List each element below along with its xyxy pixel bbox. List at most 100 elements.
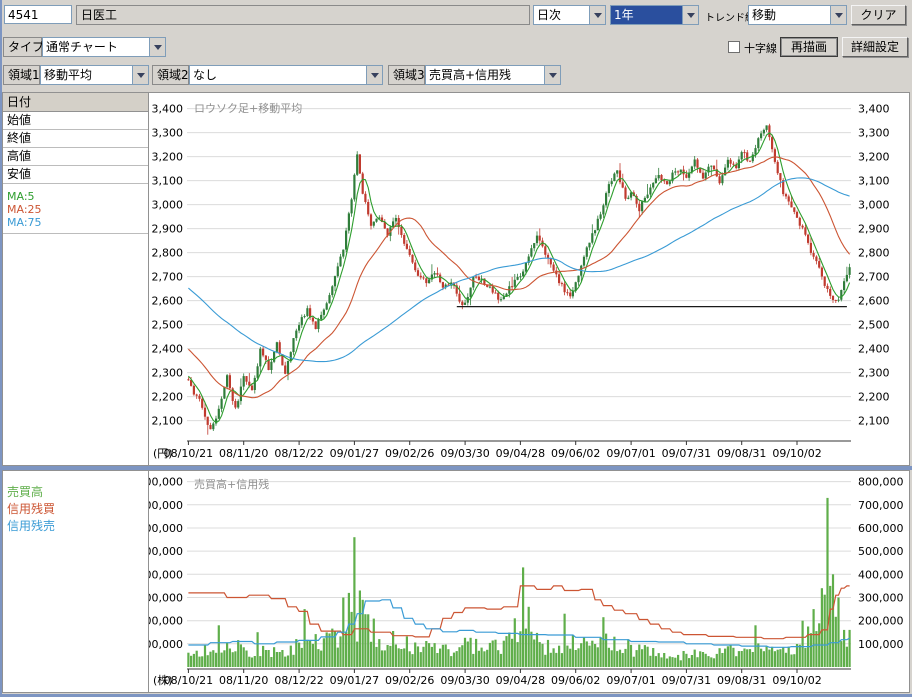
area2-label: 領域2 — [152, 65, 189, 85]
svg-text:2,100: 2,100 — [152, 415, 184, 428]
redraw-button[interactable]: 再描画 — [780, 37, 838, 57]
ma25-legend-label: MA:25 — [7, 203, 148, 216]
svg-text:3,400: 3,400 — [152, 103, 184, 116]
svg-text:2,400: 2,400 — [858, 343, 890, 356]
svg-text:2,700: 2,700 — [858, 271, 890, 284]
svg-text:(円): (円) — [153, 447, 173, 460]
detail-settings-button[interactable]: 詳細設定 — [842, 37, 908, 57]
svg-text:3,200: 3,200 — [858, 151, 890, 164]
svg-text:400,000: 400,000 — [149, 568, 183, 581]
clear-button[interactable]: クリア — [851, 5, 906, 25]
volume-legend: 売買高 信用残買 信用残売 — [3, 471, 148, 535]
svg-text:09/02/26: 09/02/26 — [385, 447, 434, 460]
svg-text:2,300: 2,300 — [858, 367, 890, 380]
area1-select[interactable]: 移動平均 — [40, 65, 149, 85]
svg-text:100,000: 100,000 — [858, 638, 904, 651]
trendline-select[interactable]: 移動 — [748, 5, 847, 25]
area3-select-value: 売買高+信用残 — [426, 66, 544, 84]
svg-text:09/04/28: 09/04/28 — [496, 447, 545, 460]
svg-text:3,400: 3,400 — [858, 103, 890, 116]
chevron-down-icon — [371, 73, 379, 78]
svg-text:09/02/26: 09/02/26 — [385, 674, 434, 687]
svg-text:2,600: 2,600 — [152, 295, 184, 308]
chevron-down-icon[interactable] — [589, 6, 605, 24]
area3-label: 領域3 — [388, 65, 425, 85]
svg-text:300,000: 300,000 — [149, 591, 183, 604]
crosshair-label: 十字線 — [744, 40, 777, 56]
svg-text:09/04/28: 09/04/28 — [496, 674, 545, 687]
period-select[interactable]: 日次 — [533, 5, 606, 25]
range-select[interactable]: 1年 — [610, 5, 699, 25]
svg-text:09/08/31: 09/08/31 — [717, 674, 766, 687]
svg-text:700,000: 700,000 — [858, 499, 904, 512]
svg-text:09/06/02: 09/06/02 — [551, 447, 600, 460]
sidebar-row-open: 始値 — [3, 112, 148, 130]
svg-text:09/06/02: 09/06/02 — [551, 674, 600, 687]
svg-text:09/07/31: 09/07/31 — [662, 447, 711, 460]
chevron-down-icon[interactable] — [830, 6, 846, 24]
chevron-down-icon[interactable] — [366, 66, 382, 84]
candlestick-chart[interactable]: 2,1002,1002,2002,2002,3002,3002,4002,400… — [149, 93, 909, 465]
ma75-legend-label: MA:75 — [7, 216, 148, 229]
svg-text:400,000: 400,000 — [858, 568, 904, 581]
area2-select-value: なし — [190, 66, 366, 84]
svg-text:3,000: 3,000 — [858, 199, 890, 212]
ma-legend: MA:5 MA:25 MA:75 — [3, 189, 148, 234]
svg-text:800,000: 800,000 — [858, 476, 904, 489]
chevron-down-icon — [687, 13, 695, 18]
svg-text:3,200: 3,200 — [152, 151, 184, 164]
volume-chart[interactable]: 100,000100,000200,000200,000300,000300,0… — [149, 471, 909, 692]
chevron-down-icon — [835, 13, 843, 18]
chevron-down-icon — [549, 73, 557, 78]
svg-text:2,200: 2,200 — [152, 391, 184, 404]
svg-text:09/07/01: 09/07/01 — [606, 674, 655, 687]
svg-text:2,800: 2,800 — [152, 247, 184, 260]
window-border-left — [0, 0, 2, 697]
svg-text:2,200: 2,200 — [858, 391, 890, 404]
crosshair-checkbox[interactable] — [728, 41, 740, 53]
ma5-legend-label: MA:5 — [7, 190, 148, 203]
svg-text:08/12/22: 08/12/22 — [274, 674, 323, 687]
svg-text:600,000: 600,000 — [149, 522, 183, 535]
sidebar-row-low: 安値 — [3, 166, 148, 184]
area1-select-value: 移動平均 — [41, 66, 132, 84]
ticker-name-field: 日医工 — [76, 5, 530, 25]
chart-app-window: 日医工 日次 1年 トレンド線 移動 クリア タイプ 通常チャート 十字線 再描… — [0, 0, 912, 697]
chevron-down-icon[interactable] — [682, 6, 698, 24]
volume-sidebar: 売買高 信用残買 信用残売 — [3, 471, 149, 692]
svg-text:09/07/01: 09/07/01 — [606, 447, 655, 460]
chevron-down-icon[interactable] — [544, 66, 560, 84]
svg-text:3,100: 3,100 — [152, 175, 184, 188]
chevron-down-icon — [137, 73, 145, 78]
chevron-down-icon[interactable] — [132, 66, 148, 84]
chart-type-select-value: 通常チャート — [43, 38, 149, 56]
svg-text:2,500: 2,500 — [152, 319, 184, 332]
svg-text:2,400: 2,400 — [152, 343, 184, 356]
price-sidebar: 日付 始値 終値 高値 安値 MA:5 MA:25 MA:75 — [3, 93, 149, 465]
svg-text:09/10/02: 09/10/02 — [772, 674, 821, 687]
svg-text:800,000: 800,000 — [149, 476, 183, 489]
svg-text:700,000: 700,000 — [149, 499, 183, 512]
area2-select[interactable]: なし — [189, 65, 383, 85]
area3-select[interactable]: 売買高+信用残 — [425, 65, 561, 85]
ticker-code-input[interactable] — [4, 5, 72, 24]
chevron-down-icon — [154, 45, 162, 50]
svg-text:09/07/31: 09/07/31 — [662, 674, 711, 687]
margin-sell-legend-label: 信用残売 — [7, 518, 148, 535]
svg-text:300,000: 300,000 — [858, 591, 904, 604]
chevron-down-icon[interactable] — [149, 38, 165, 56]
svg-text:200,000: 200,000 — [858, 615, 904, 628]
svg-text:09/03/30: 09/03/30 — [440, 674, 489, 687]
svg-text:500,000: 500,000 — [858, 545, 904, 558]
margin-buy-legend-label: 信用残買 — [7, 501, 148, 518]
svg-text:09/01/27: 09/01/27 — [330, 674, 379, 687]
svg-text:2,600: 2,600 — [858, 295, 890, 308]
chart-type-select[interactable]: 通常チャート — [42, 37, 166, 57]
svg-text:売買高+信用残: 売買高+信用残 — [194, 477, 269, 491]
svg-text:3,300: 3,300 — [858, 127, 890, 140]
svg-text:3,300: 3,300 — [152, 127, 184, 140]
volume-chart-panel: 売買高 信用残買 信用残売 100,000100,000200,000200,0… — [2, 470, 910, 693]
svg-text:2,800: 2,800 — [858, 247, 890, 260]
svg-text:08/11/20: 08/11/20 — [219, 447, 268, 460]
svg-text:3,000: 3,000 — [152, 199, 184, 212]
